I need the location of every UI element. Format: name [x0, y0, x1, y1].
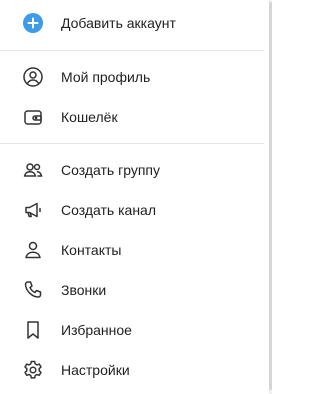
menu-item-new-channel[interactable]: Создать канал: [0, 190, 264, 230]
menu-item-my-profile[interactable]: Мой профиль: [0, 57, 264, 97]
menu-divider: [0, 143, 264, 144]
menu-item-label: Контакты: [61, 242, 122, 258]
side-menu: Добавить аккаунт Мой профиль Кошелёк Соз…: [0, 0, 264, 394]
menu-item-settings[interactable]: Настройки: [0, 350, 264, 390]
scrollbar-thumb[interactable]: [269, 2, 272, 390]
gear-icon: [22, 359, 44, 381]
menu-item-saved[interactable]: Избранное: [0, 310, 264, 350]
menu-item-wallet[interactable]: Кошелёк: [0, 97, 264, 137]
person-icon: [22, 239, 44, 261]
menu-item-label: Мой профиль: [61, 69, 151, 85]
menu-item-new-group[interactable]: Создать группу: [0, 150, 264, 190]
menu-item-calls[interactable]: Звонки: [0, 270, 264, 310]
group-icon: [22, 159, 44, 181]
phone-icon: [22, 279, 44, 301]
menu-item-label: Избранное: [61, 322, 132, 338]
menu-item-label: Добавить аккаунт: [61, 15, 176, 31]
menu-item-label: Настройки: [61, 362, 130, 378]
menu-divider: [0, 50, 264, 51]
menu-item-add-account[interactable]: Добавить аккаунт: [0, 3, 264, 43]
menu-item-label: Звонки: [61, 282, 107, 298]
megaphone-icon: [22, 199, 44, 221]
user-circle-icon: [22, 66, 44, 88]
menu-item-label: Создать группу: [61, 162, 160, 178]
menu-item-label: Создать канал: [61, 202, 156, 218]
menu-item-contacts[interactable]: Контакты: [0, 230, 264, 270]
plus-circle-icon: [22, 12, 44, 34]
wallet-icon: [22, 106, 44, 128]
menu-item-label: Кошелёк: [61, 109, 118, 125]
bookmark-icon: [22, 319, 44, 341]
